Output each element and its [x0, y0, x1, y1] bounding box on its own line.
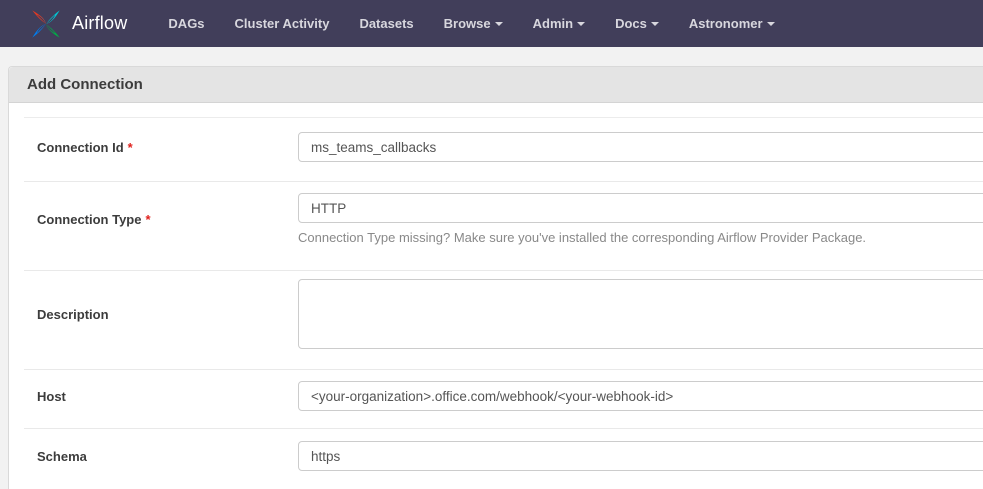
- add-connection-form: Connection Id * Connection Type * Connec…: [9, 103, 983, 489]
- form-row-connection-id: Connection Id *: [24, 117, 983, 181]
- field-label-text: Schema: [37, 449, 87, 464]
- required-asterisk: *: [128, 140, 133, 155]
- form-row-connection-type: Connection Type * Connection Type missin…: [24, 181, 983, 270]
- nav-item-label: DAGs: [168, 16, 204, 31]
- nav-item-browse[interactable]: Browse: [429, 16, 518, 31]
- connection-id-input[interactable]: [298, 132, 983, 162]
- page-title: Add Connection: [9, 67, 983, 103]
- form-row-schema: Schema: [24, 428, 983, 489]
- main-nav: DAGs Cluster Activity Datasets Browse Ad…: [153, 16, 789, 31]
- nav-item-dags[interactable]: DAGs: [153, 16, 219, 31]
- chevron-down-icon: [495, 22, 503, 26]
- connection-type-label: Connection Type *: [24, 193, 298, 245]
- form-row-host: Host: [24, 369, 983, 428]
- nav-item-cluster-activity[interactable]: Cluster Activity: [220, 16, 345, 31]
- host-input[interactable]: [298, 381, 983, 411]
- connection-id-label: Connection Id *: [24, 132, 298, 162]
- required-asterisk: *: [145, 212, 150, 227]
- nav-item-label: Astronomer: [689, 16, 763, 31]
- nav-item-astronomer[interactable]: Astronomer: [674, 16, 790, 31]
- field-label-text: Connection Id: [37, 140, 124, 155]
- nav-item-docs[interactable]: Docs: [600, 16, 674, 31]
- brand-title: Airflow: [72, 13, 127, 34]
- field-label-text: Host: [37, 389, 66, 404]
- add-connection-panel: Add Connection Connection Id * Connectio…: [8, 66, 983, 489]
- navbar: Airflow DAGs Cluster Activity Datasets B…: [0, 0, 983, 47]
- chevron-down-icon: [651, 22, 659, 26]
- nav-item-label: Cluster Activity: [235, 16, 330, 31]
- nav-item-datasets[interactable]: Datasets: [344, 16, 428, 31]
- chevron-down-icon: [767, 22, 775, 26]
- connection-type-select[interactable]: [298, 193, 983, 223]
- schema-input[interactable]: [298, 441, 983, 471]
- nav-item-label: Browse: [444, 16, 491, 31]
- form-row-description: Description: [24, 270, 983, 369]
- host-label: Host: [24, 381, 298, 411]
- description-textarea[interactable]: [298, 279, 983, 349]
- field-label-text: Description: [37, 307, 109, 322]
- field-label-text: Connection Type: [37, 212, 141, 227]
- description-label: Description: [24, 279, 298, 349]
- nav-item-admin[interactable]: Admin: [518, 16, 600, 31]
- schema-label: Schema: [24, 441, 298, 471]
- chevron-down-icon: [577, 22, 585, 26]
- connection-type-help-text: Connection Type missing? Make sure you'v…: [298, 230, 983, 245]
- airflow-pinwheel-icon: [28, 6, 64, 42]
- nav-item-label: Admin: [533, 16, 573, 31]
- nav-item-label: Docs: [615, 16, 647, 31]
- airflow-brand[interactable]: Airflow: [28, 6, 127, 42]
- nav-item-label: Datasets: [359, 16, 413, 31]
